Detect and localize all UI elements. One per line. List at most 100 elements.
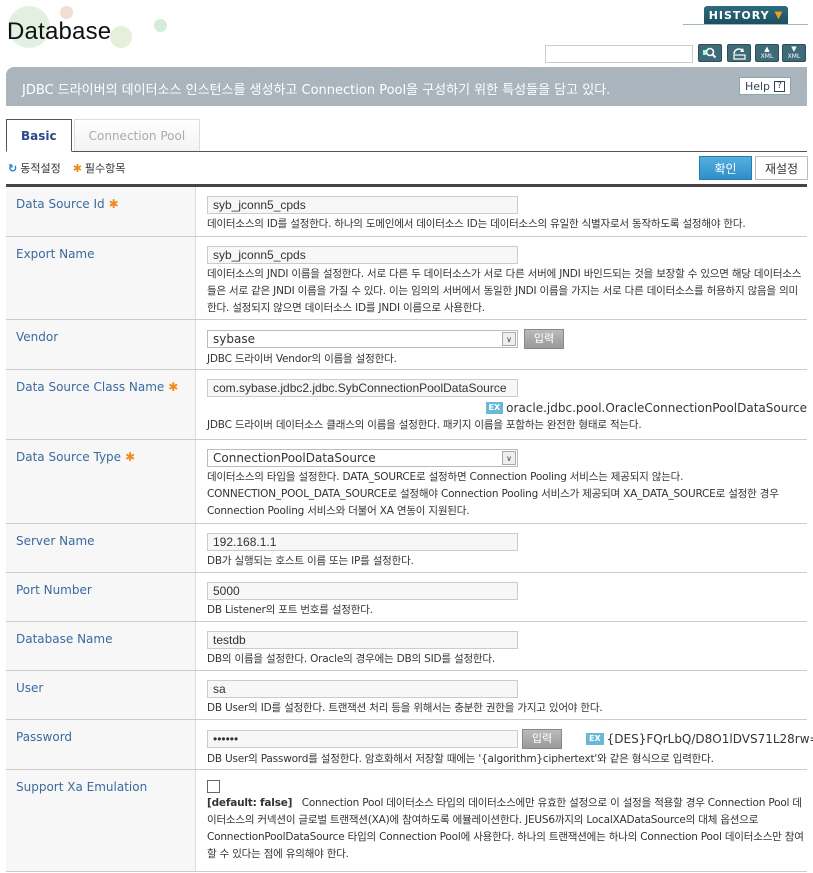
help-icon: ? xyxy=(774,80,786,92)
port-number-input[interactable] xyxy=(207,582,518,600)
field-label: Data Source Id ✱ xyxy=(6,187,196,236)
field-body: DB의 이름을 설정한다. Oracle의 경우에는 DB의 SID를 설정한다… xyxy=(196,622,807,670)
refresh-icon[interactable] xyxy=(727,44,751,62)
field-row-data-source-id: Data Source Id✱ 데이터소스의 ID를 설정한다. 하나의 도메인… xyxy=(6,187,807,237)
data-source-class-name-input[interactable] xyxy=(207,379,518,397)
legend-dynamic-label: 동적설정 xyxy=(20,162,61,175)
chevron-down-icon: ∨ xyxy=(502,451,516,465)
tab-connection-pool[interactable]: Connection Pool xyxy=(73,119,201,151)
label-text: Data Source Id xyxy=(16,197,105,211)
tab-basic[interactable]: Basic xyxy=(6,119,72,152)
field-label: Data Source Class Name ✱ xyxy=(6,370,196,439)
field-body: 입력 EX {DES}FQrLbQ/D8O1lDVS71L28rw== DB U… xyxy=(196,720,813,769)
data-source-type-select[interactable]: ConnectionPoolDataSource ∨ xyxy=(207,449,518,467)
decor-bubble xyxy=(110,26,132,48)
divider xyxy=(6,151,807,152)
required-icon: ✱ xyxy=(168,380,179,394)
export-name-input[interactable] xyxy=(207,246,518,264)
field-label: Data Source Type ✱ xyxy=(6,440,196,523)
history-button[interactable]: HISTORY ▼ xyxy=(704,6,788,24)
server-name-input[interactable] xyxy=(207,533,518,551)
field-row-data-source-class-name: Data Source Class Name✱ EX oracle.jdbc.p… xyxy=(6,370,807,440)
field-row-server-name: Server Name DB가 실행되는 호스트 이름 또는 IP를 설정한다. xyxy=(6,524,807,573)
example-icon: EX xyxy=(485,402,504,414)
form-table: Data Source Id✱ 데이터소스의 ID를 설정한다. 하나의 도메인… xyxy=(6,184,813,872)
legend-required-label: 필수항목 xyxy=(84,162,126,175)
example-text: {DES}FQrLbQ/D8O1lDVS71L28rw== xyxy=(606,732,813,746)
field-row-database-name: Database Name DB의 이름을 설정한다. Oracle의 경우에는… xyxy=(6,622,807,671)
help-button[interactable]: Help ? xyxy=(739,77,791,95)
field-label: Support Xa Emulation xyxy=(6,770,196,871)
field-row-password: Password 입력 EX {DES}FQrLbQ/D8O1lDVS71L28… xyxy=(6,720,813,770)
field-row-data-source-type: Data Source Type ✱ ConnectionPoolDataSour… xyxy=(6,440,807,524)
chevron-down-icon: ∨ xyxy=(502,332,516,346)
legend-required: ✱ 필수항목 xyxy=(73,160,126,176)
required-icon: ✱ xyxy=(108,197,119,211)
field-label: Server Name xyxy=(6,524,196,572)
description-text: Connection Pool 데이터소스 타입의 데이터소스에만 유효한 설정… xyxy=(207,797,804,860)
database-name-input[interactable] xyxy=(207,631,518,649)
field-row-export-name: Export Name 데이터소스의 JNDI 이름을 설정한다. 서로 다른 … xyxy=(6,237,807,320)
field-description: JDBC 드라이버 데이터소스 클래스의 이름을 설정한다. 패키지 이름을 포… xyxy=(207,419,642,431)
field-body: DB가 실행되는 호스트 이름 또는 IP를 설정한다. xyxy=(196,524,807,572)
field-body: ConnectionPoolDataSource ∨ 데이터소스의 타입을 설정… xyxy=(196,440,807,523)
field-body: 데이터소스의 JNDI 이름을 설정한다. 서로 다른 두 데이터소스가 서로 … xyxy=(196,237,807,319)
field-row-support-xa-emulation: Support Xa Emulation [default: false] Co… xyxy=(6,770,807,872)
field-description: DB User의 ID를 설정한다. 트랜잭션 처리 등을 위해서는 충분한 권… xyxy=(207,702,603,714)
vendor-selected: sybase xyxy=(213,332,255,346)
data-source-type-selected: ConnectionPoolDataSource xyxy=(213,451,376,465)
help-label: Help xyxy=(744,79,771,93)
field-label: Password xyxy=(6,720,196,769)
required-icon: ✱ xyxy=(125,450,136,464)
support-xa-emulation-checkbox[interactable] xyxy=(207,780,220,793)
password-input-button[interactable]: 입력 xyxy=(522,729,562,749)
field-description: DB의 이름을 설정한다. Oracle의 경우에는 DB의 SID를 설정한다… xyxy=(207,653,495,665)
label-text: Data Source Type xyxy=(16,450,122,464)
legend: ↻ 동적설정 ✱ 필수항목 xyxy=(8,160,125,176)
confirm-button[interactable]: 확인 xyxy=(699,156,752,180)
field-label: Port Number xyxy=(6,573,196,621)
reset-button[interactable]: 재설정 xyxy=(755,156,808,180)
page-description: JDBC 드라이버의 데이터소스 인스턴스를 생성하고 Connection P… xyxy=(22,83,611,98)
password-input[interactable] xyxy=(207,730,518,748)
field-body: 데이터소스의 ID를 설정한다. 하나의 도메인에서 데이터소스 ID는 데이터… xyxy=(196,187,807,236)
field-description: DB User의 Password를 설정한다. 암호화해서 저장할 때에는 '… xyxy=(207,753,714,765)
xml-label: XML xyxy=(760,53,774,60)
label-text: Data Source Class Name xyxy=(16,380,165,394)
default-tag: [default: false] xyxy=(207,797,293,809)
search-icon[interactable] xyxy=(698,44,722,62)
xml-upload-icon[interactable]: ▲ XML xyxy=(755,44,779,62)
dynamic-setting-icon: ↻ xyxy=(8,162,18,175)
field-row-vendor: Vendor sybase ∨ 입력 JDBC 드라이버 Vendor의 이름을… xyxy=(6,320,807,370)
search-input[interactable] xyxy=(545,45,693,63)
example-icon: EX xyxy=(586,733,604,745)
field-body: EX oracle.jdbc.pool.OracleConnectionPool… xyxy=(196,370,807,439)
chevron-down-icon: ▼ xyxy=(774,9,784,21)
example-text: oracle.jdbc.pool.OracleConnectionPoolDat… xyxy=(506,401,807,415)
description-bar: JDBC 드라이버의 데이터소스 인스턴스를 생성하고 Connection P… xyxy=(6,67,807,106)
page-title: Database xyxy=(7,18,112,45)
field-row-user: User DB User의 ID를 설정한다. 트랜잭션 처리 등을 위해서는 … xyxy=(6,671,807,720)
user-input[interactable] xyxy=(207,680,518,698)
legend-dynamic: ↻ 동적설정 xyxy=(8,160,61,176)
field-body: sybase ∨ 입력 JDBC 드라이버 Vendor의 이름을 설정한다. xyxy=(196,320,807,369)
tab-bar: Basic Connection Pool xyxy=(6,119,202,152)
field-label: Export Name xyxy=(6,237,196,319)
decor-bubble xyxy=(154,19,167,32)
required-icon: ✱ xyxy=(72,162,82,175)
example-line: EX {DES}FQrLbQ/D8O1lDVS71L28rw== xyxy=(586,732,813,746)
field-description: [default: false] Connection Pool 데이터소스 타… xyxy=(207,795,807,863)
field-body: DB Listener의 포트 번호를 설정한다. xyxy=(196,573,807,621)
field-description: DB Listener의 포트 번호를 설정한다. xyxy=(207,604,373,616)
field-body: DB User의 ID를 설정한다. 트랜잭션 처리 등을 위해서는 충분한 권… xyxy=(196,671,807,719)
vendor-input-button[interactable]: 입력 xyxy=(524,329,564,349)
field-body: [default: false] Connection Pool 데이터소스 타… xyxy=(196,770,807,871)
xml-download-icon[interactable]: ▼ XML xyxy=(782,44,806,62)
field-description: JDBC 드라이버 Vendor의 이름을 설정한다. xyxy=(207,353,397,365)
field-description: DB가 실행되는 호스트 이름 또는 IP를 설정한다. xyxy=(207,555,414,567)
field-row-port-number: Port Number DB Listener의 포트 번호를 설정한다. xyxy=(6,573,807,622)
vendor-select[interactable]: sybase ∨ xyxy=(207,330,518,348)
field-description: 데이터소스의 타입을 설정한다. DATA_SOURCE로 설정하면 Conne… xyxy=(207,471,779,517)
data-source-id-input[interactable] xyxy=(207,196,518,214)
divider xyxy=(683,24,808,25)
